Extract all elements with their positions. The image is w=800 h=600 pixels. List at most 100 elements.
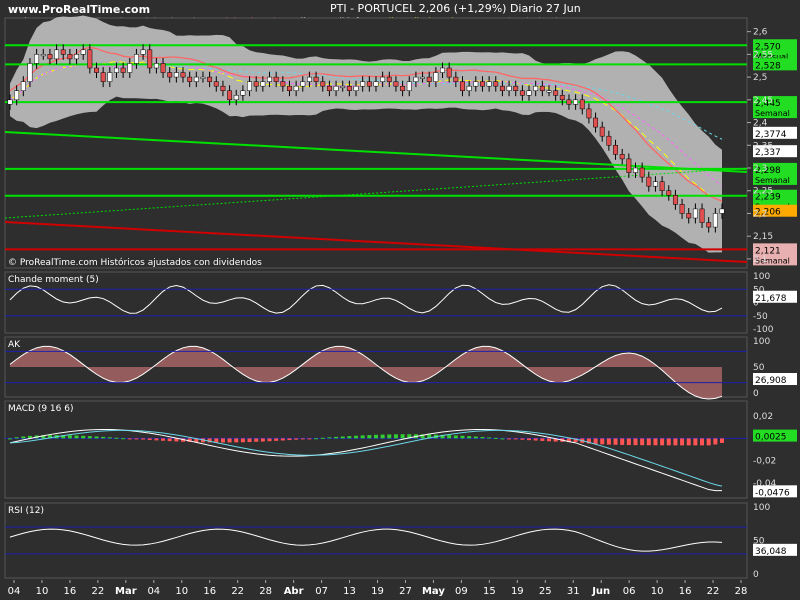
candle-body [659,181,665,191]
x-tick-label: May [422,586,445,597]
macd-histogram-bar [373,434,378,439]
y-tick-label: 2,1 [753,255,767,265]
x-tick-label: 09 [455,586,468,597]
candle-body [114,67,119,73]
y-tick-label: 2,3 [753,164,767,174]
macd-histogram-bar [686,438,691,446]
candle-body [426,76,432,82]
macd-histogram-bar [154,438,159,441]
level-label: Semanal [755,176,790,185]
macd-histogram-bar [147,438,152,440]
candle-body [679,204,685,214]
candle-body [247,81,253,91]
candle-body [293,85,299,91]
candle-body [67,54,73,60]
macd-histogram-bar [613,438,618,445]
macd-histogram-bar [141,438,146,440]
macd-histogram-bar [240,438,245,443]
candle-body [200,76,206,79]
candle-body [626,158,632,173]
indicator-value: 21,678 [755,294,787,304]
x-tick-label: 19 [511,586,524,597]
macd-histogram-bar [260,438,265,442]
candle-body [47,54,53,60]
candle-body [313,76,319,82]
candle-body [306,76,312,82]
candle-body [420,76,426,79]
candle-body [300,81,306,87]
y-tick-label: 0,02 [753,412,773,422]
macd-histogram-bar [314,438,319,440]
y-tick-label: 0 [753,389,759,399]
macd-histogram-bar [507,438,512,440]
candle-body [193,76,199,82]
macd-histogram-bar [533,438,538,441]
x-tick-label: 16 [64,586,77,597]
candle-body [686,213,692,219]
macd-histogram-bar [161,438,166,441]
candle-body [167,72,173,78]
macd-histogram-bar [453,435,458,439]
macd-histogram-bar [167,438,172,442]
macd-histogram-bar [287,438,292,441]
macd-histogram-bar [234,438,239,443]
x-tick-label: Abr [284,586,304,597]
macd-histogram-bar [487,437,492,439]
candle-body [120,67,126,73]
macd-histogram-bar [101,436,106,439]
x-tick-label: 22 [707,586,720,597]
candle-body [133,54,139,64]
macd-histogram-bar [74,435,79,439]
candle-body [559,95,565,101]
level-price: 2,528 [755,61,781,71]
macd-histogram-bar [693,438,698,446]
y-tick-label: 2,6 [753,28,768,38]
macd-histogram-bar [134,438,139,440]
candle-body [606,135,612,146]
candle-body [7,99,13,105]
macd-histogram-bar [280,438,285,441]
candle-body [493,81,499,87]
macd-histogram-bar [640,438,645,446]
candle-body [653,181,658,187]
candle-body [486,81,492,87]
x-tick-label: 27 [399,586,412,597]
candle-body [593,117,599,128]
macd-histogram-bar [540,438,545,441]
candle-body [619,154,625,160]
candle-body [127,63,133,73]
candle-body [187,76,193,82]
candle-body [233,95,239,101]
macd-histogram-bar [340,436,345,439]
candle-body [326,85,332,91]
candle-body [40,54,46,57]
macd-histogram-bar [513,438,518,440]
y-tick-label: 100 [753,337,770,347]
macd-histogram-bar [387,434,392,439]
macd-histogram-bar [87,436,92,439]
macd-histogram-bar [14,437,19,439]
y-tick-label: 2,4 [753,119,768,129]
chart-svg[interactable]: PrecioMM (Simple 40)MM (Simple 20)MM (Si… [0,0,800,600]
level-price: 2,3774 [755,130,787,140]
macd-histogram-bar [646,438,651,446]
macd-histogram-bar [626,438,631,446]
indicator-value: 36,048 [755,547,787,557]
y-tick-label: 2,45 [753,96,773,106]
macd-histogram-bar [493,437,498,439]
candle-body [267,76,272,82]
candle-body [34,54,40,64]
macd-histogram-bar [354,435,359,439]
macd-histogram-bar [393,434,398,439]
candle-body [107,72,113,82]
macd-histogram-bar [660,438,665,446]
candle-body [180,72,186,78]
macd-histogram-bar [467,436,472,439]
x-tick-label: 15 [483,586,496,597]
x-tick-label: 28 [735,586,748,597]
candle-body [446,67,452,78]
macd-histogram-bar [274,438,279,441]
candle-body [519,90,525,96]
y-tick-label: 2,15 [753,232,773,242]
macd-histogram-bar [334,436,339,439]
